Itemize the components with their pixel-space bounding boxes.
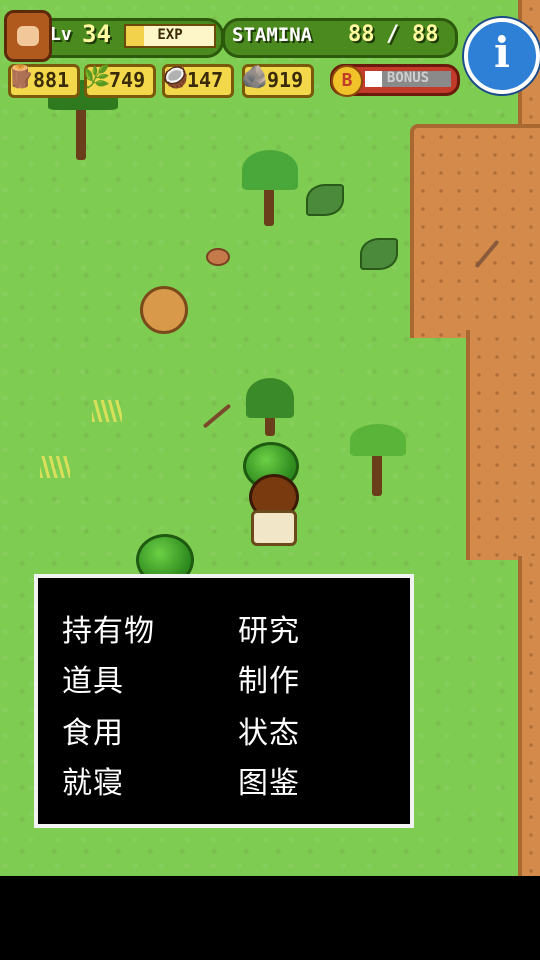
menu-item-status[interactable]: 状态 xyxy=(238,708,300,752)
bonus-gauge[interactable]: B BONUS xyxy=(330,64,460,97)
branch-icon: 🪵 xyxy=(7,65,35,90)
menu-item-tools[interactable]: 道具 xyxy=(62,656,124,700)
stone-item[interactable] xyxy=(206,248,230,266)
menu-item-research[interactable]: 研究 xyxy=(238,606,300,650)
palm-tree[interactable] xyxy=(350,420,406,500)
menu-item-encyclopedia[interactable]: 图鉴 xyxy=(238,758,300,802)
coconut-item[interactable] xyxy=(140,286,188,334)
menu-item-craft[interactable]: 制作 xyxy=(238,656,300,700)
menu-item-eat[interactable]: 食用 xyxy=(62,708,124,752)
menu-item-inventory[interactable]: 持有物 xyxy=(62,606,155,650)
info-button[interactable]: i xyxy=(464,18,540,94)
sand-shore xyxy=(518,556,540,876)
bonus-badge-icon: B xyxy=(331,65,363,97)
bottom-letterbox xyxy=(0,876,540,960)
command-menu: 持有物 研究 道具 制作 食用 状态 就寝 图鉴 xyxy=(34,574,414,828)
stamina-current: 88 xyxy=(348,22,375,47)
stamina-max: 88 xyxy=(412,22,439,47)
herb-plant[interactable] xyxy=(360,238,398,270)
menu-item-sleep[interactable]: 就寝 xyxy=(62,758,124,802)
bonus-track: BONUS xyxy=(365,70,451,87)
resource-counter-coconut: 🥥 147 xyxy=(161,64,234,98)
resource-value: 749 xyxy=(109,68,146,92)
player-portrait-icon[interactable] xyxy=(4,10,52,62)
stamina-separator: / xyxy=(386,22,400,47)
sand-shore xyxy=(466,330,540,560)
twig-item[interactable] xyxy=(202,403,232,429)
grass-tuft xyxy=(92,400,122,422)
level-value: 34 xyxy=(82,20,111,48)
resource-counter-branch: 🪵 881 xyxy=(7,64,80,98)
resource-value: 881 xyxy=(33,68,70,92)
resource-counter-stone: 🪨 919 xyxy=(241,64,314,98)
leaf-icon: 🌿 xyxy=(83,65,111,90)
info-icon: i xyxy=(494,28,510,77)
resource-counter-leaf: 🌿 749 xyxy=(83,64,156,98)
resource-value: 147 xyxy=(187,68,224,92)
fern-plant[interactable] xyxy=(246,378,294,438)
resource-value: 919 xyxy=(267,68,304,92)
exp-label: EXP xyxy=(157,27,183,43)
palm-tree[interactable] xyxy=(240,148,300,228)
stamina-label: STAMINA xyxy=(232,24,313,46)
level-label: Lv xyxy=(50,24,72,45)
sand-shore xyxy=(410,124,540,338)
bonus-label: BONUS xyxy=(386,70,430,86)
stone-icon: 🪨 xyxy=(241,65,269,90)
exp-bar: EXP xyxy=(124,24,216,48)
herb-plant[interactable] xyxy=(306,184,344,216)
coconut-icon: 🥥 xyxy=(161,65,189,90)
player-character[interactable] xyxy=(243,474,299,546)
grass-tuft xyxy=(40,456,70,478)
